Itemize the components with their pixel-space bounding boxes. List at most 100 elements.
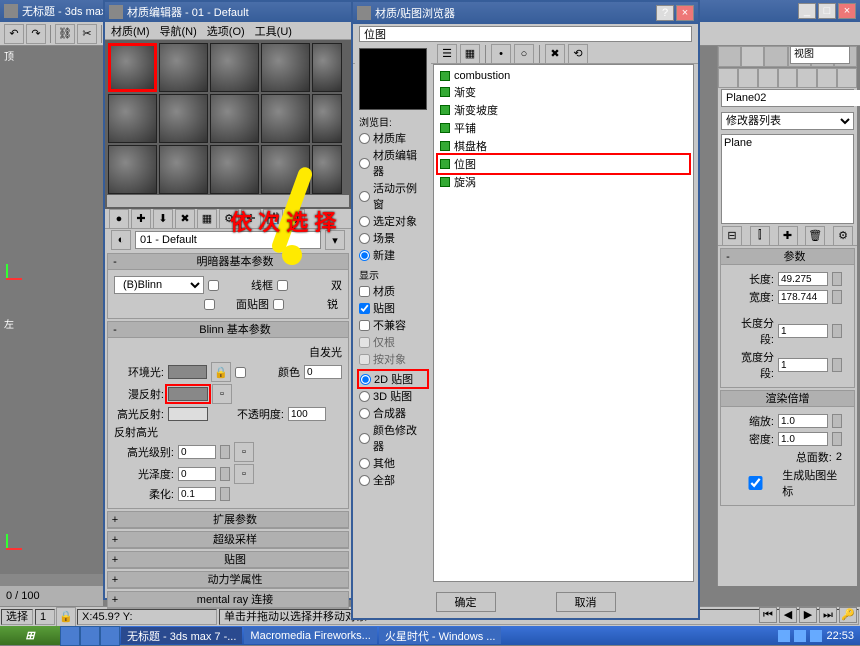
next-frame-icon[interactable]: ⏭ bbox=[819, 607, 837, 623]
facemap-checkbox[interactable] bbox=[204, 299, 215, 310]
view-list-icon[interactable]: ☰ bbox=[437, 44, 457, 64]
material-slot[interactable] bbox=[108, 94, 157, 143]
spinner-icon[interactable] bbox=[832, 324, 842, 338]
tab-hierarchy-icon[interactable] bbox=[764, 46, 787, 67]
material-slot-4[interactable] bbox=[261, 43, 310, 92]
tray-icon[interactable] bbox=[778, 630, 790, 642]
ok-button[interactable]: 确定 bbox=[436, 592, 496, 612]
unlink-icon[interactable]: ✂ bbox=[77, 24, 97, 44]
soften-input[interactable] bbox=[178, 487, 216, 501]
pin-stack-icon[interactable]: ⊟ bbox=[722, 226, 742, 246]
task-browser[interactable]: 火星时代 - Windows ... bbox=[379, 627, 502, 644]
pick-sphere-icon[interactable]: ◐ bbox=[111, 230, 131, 250]
close-button[interactable]: × bbox=[838, 3, 856, 19]
tab-create-icon[interactable] bbox=[718, 46, 741, 67]
task-fireworks[interactable]: Macromedia Fireworks... bbox=[244, 627, 376, 644]
map-item-checker[interactable]: 棋盘格 bbox=[438, 137, 689, 155]
material-slot-2[interactable] bbox=[159, 43, 208, 92]
quicklaunch-icon[interactable] bbox=[100, 626, 120, 646]
spinner-icon[interactable] bbox=[832, 290, 842, 304]
spec-level-input[interactable] bbox=[178, 445, 216, 459]
get-material-icon[interactable]: ● bbox=[109, 209, 129, 229]
sub7-icon[interactable] bbox=[837, 68, 857, 88]
shader-select[interactable]: (B)Blinn bbox=[114, 276, 204, 294]
cb-incompat[interactable] bbox=[359, 320, 370, 331]
opt-composite[interactable] bbox=[359, 408, 370, 419]
assign-icon[interactable]: ⬇ bbox=[153, 209, 173, 229]
opt-2dmap[interactable] bbox=[360, 374, 371, 385]
opt-active[interactable] bbox=[359, 191, 370, 202]
faceted-checkbox[interactable] bbox=[273, 299, 284, 310]
material-slot-1[interactable] bbox=[108, 43, 157, 92]
link-icon[interactable]: ⛓ bbox=[55, 24, 75, 44]
key-mode-icon[interactable]: 🔑 bbox=[839, 607, 857, 623]
put-material-icon[interactable]: ✚ bbox=[131, 209, 151, 229]
view-dot-icon[interactable]: • bbox=[491, 44, 511, 64]
opt-other[interactable] bbox=[359, 458, 370, 469]
shader-rollout-title[interactable]: 明暗器基本参数 bbox=[122, 254, 348, 270]
opt-new[interactable] bbox=[359, 250, 370, 261]
map-item-tiles[interactable]: 平铺 bbox=[438, 119, 689, 137]
tray-icon[interactable] bbox=[794, 630, 806, 642]
specular-swatch[interactable] bbox=[168, 407, 208, 421]
diffuse-map-button[interactable]: ▫ bbox=[212, 384, 232, 404]
map-item-bitmap[interactable]: 位图 bbox=[438, 155, 689, 173]
opt-selected[interactable] bbox=[359, 216, 370, 227]
browser-close-button[interactable]: × bbox=[676, 5, 694, 21]
opt-matlib[interactable] bbox=[359, 133, 370, 144]
lseg-input[interactable] bbox=[778, 324, 828, 338]
top-right-viewtype-dropdown[interactable]: 视图 bbox=[790, 46, 850, 64]
length-input[interactable] bbox=[778, 272, 828, 286]
material-slot-5[interactable] bbox=[312, 43, 342, 92]
del-icon[interactable]: ✖ bbox=[545, 44, 565, 64]
object-name-field[interactable] bbox=[722, 90, 860, 106]
sub5-icon[interactable] bbox=[797, 68, 817, 88]
tray-icon[interactable] bbox=[810, 630, 822, 642]
reset-icon[interactable]: ✖ bbox=[175, 209, 195, 229]
opt-scene[interactable] bbox=[359, 233, 370, 244]
quicklaunch-icon[interactable] bbox=[80, 626, 100, 646]
sub6-icon[interactable] bbox=[817, 68, 837, 88]
lock-selection-icon[interactable]: 🔒 bbox=[56, 607, 76, 627]
material-slot-3[interactable] bbox=[210, 43, 259, 92]
gloss-input[interactable] bbox=[178, 467, 216, 481]
material-slot[interactable] bbox=[108, 145, 157, 194]
two-sided-checkbox[interactable] bbox=[277, 280, 288, 291]
color-checkbox[interactable] bbox=[235, 367, 246, 378]
gen-mapcoords-checkbox[interactable] bbox=[733, 476, 778, 490]
redo-icon[interactable]: ↷ bbox=[26, 24, 46, 44]
material-slot[interactable] bbox=[159, 94, 208, 143]
scale-input[interactable] bbox=[778, 414, 828, 428]
task-3dsmax[interactable]: 无标题 - 3ds max 7 -... bbox=[121, 627, 242, 644]
map-item-combustion[interactable]: combustion bbox=[438, 69, 689, 83]
menu-material[interactable]: 材质(M) bbox=[111, 23, 150, 39]
minimize-button[interactable]: _ bbox=[798, 3, 816, 19]
show-end-icon[interactable]: ⫿ bbox=[750, 226, 770, 246]
material-slot[interactable] bbox=[159, 145, 208, 194]
start-button[interactable]: ⊞ bbox=[0, 626, 60, 645]
goto-start-icon[interactable]: ⏮ bbox=[759, 607, 777, 623]
map-item-gradient[interactable]: 渐变 bbox=[438, 83, 689, 101]
viewport-area[interactable]: 顶 左 bbox=[0, 46, 103, 586]
blinn-rollout-title[interactable]: Blinn 基本参数 bbox=[122, 322, 348, 338]
modifier-list-dropdown[interactable]: 修改器列表 bbox=[721, 112, 854, 130]
spinner-icon[interactable] bbox=[832, 414, 842, 428]
opt-colormod[interactable] bbox=[359, 433, 370, 444]
material-slot[interactable] bbox=[312, 145, 342, 194]
spinner-icon[interactable] bbox=[220, 445, 230, 459]
map-item-gradientramp[interactable]: 渐变坡度 bbox=[438, 101, 689, 119]
unique-icon[interactable]: ✚ bbox=[778, 226, 798, 246]
browser-name-field[interactable]: 位图 bbox=[359, 26, 692, 42]
material-slot[interactable] bbox=[312, 94, 342, 143]
wseg-input[interactable] bbox=[778, 358, 828, 372]
gloss-map-button[interactable]: ▫ bbox=[234, 464, 254, 484]
maximize-button[interactable]: □ bbox=[818, 3, 836, 19]
material-slot[interactable] bbox=[210, 94, 259, 143]
wire-checkbox[interactable] bbox=[208, 280, 219, 291]
tab-modify-icon[interactable] bbox=[741, 46, 764, 67]
width-input[interactable] bbox=[778, 290, 828, 304]
clear-icon[interactable]: ⟲ bbox=[568, 44, 588, 64]
material-slot[interactable] bbox=[261, 94, 310, 143]
stack-item[interactable]: Plane bbox=[724, 137, 851, 149]
selfillum-value[interactable] bbox=[304, 365, 342, 379]
